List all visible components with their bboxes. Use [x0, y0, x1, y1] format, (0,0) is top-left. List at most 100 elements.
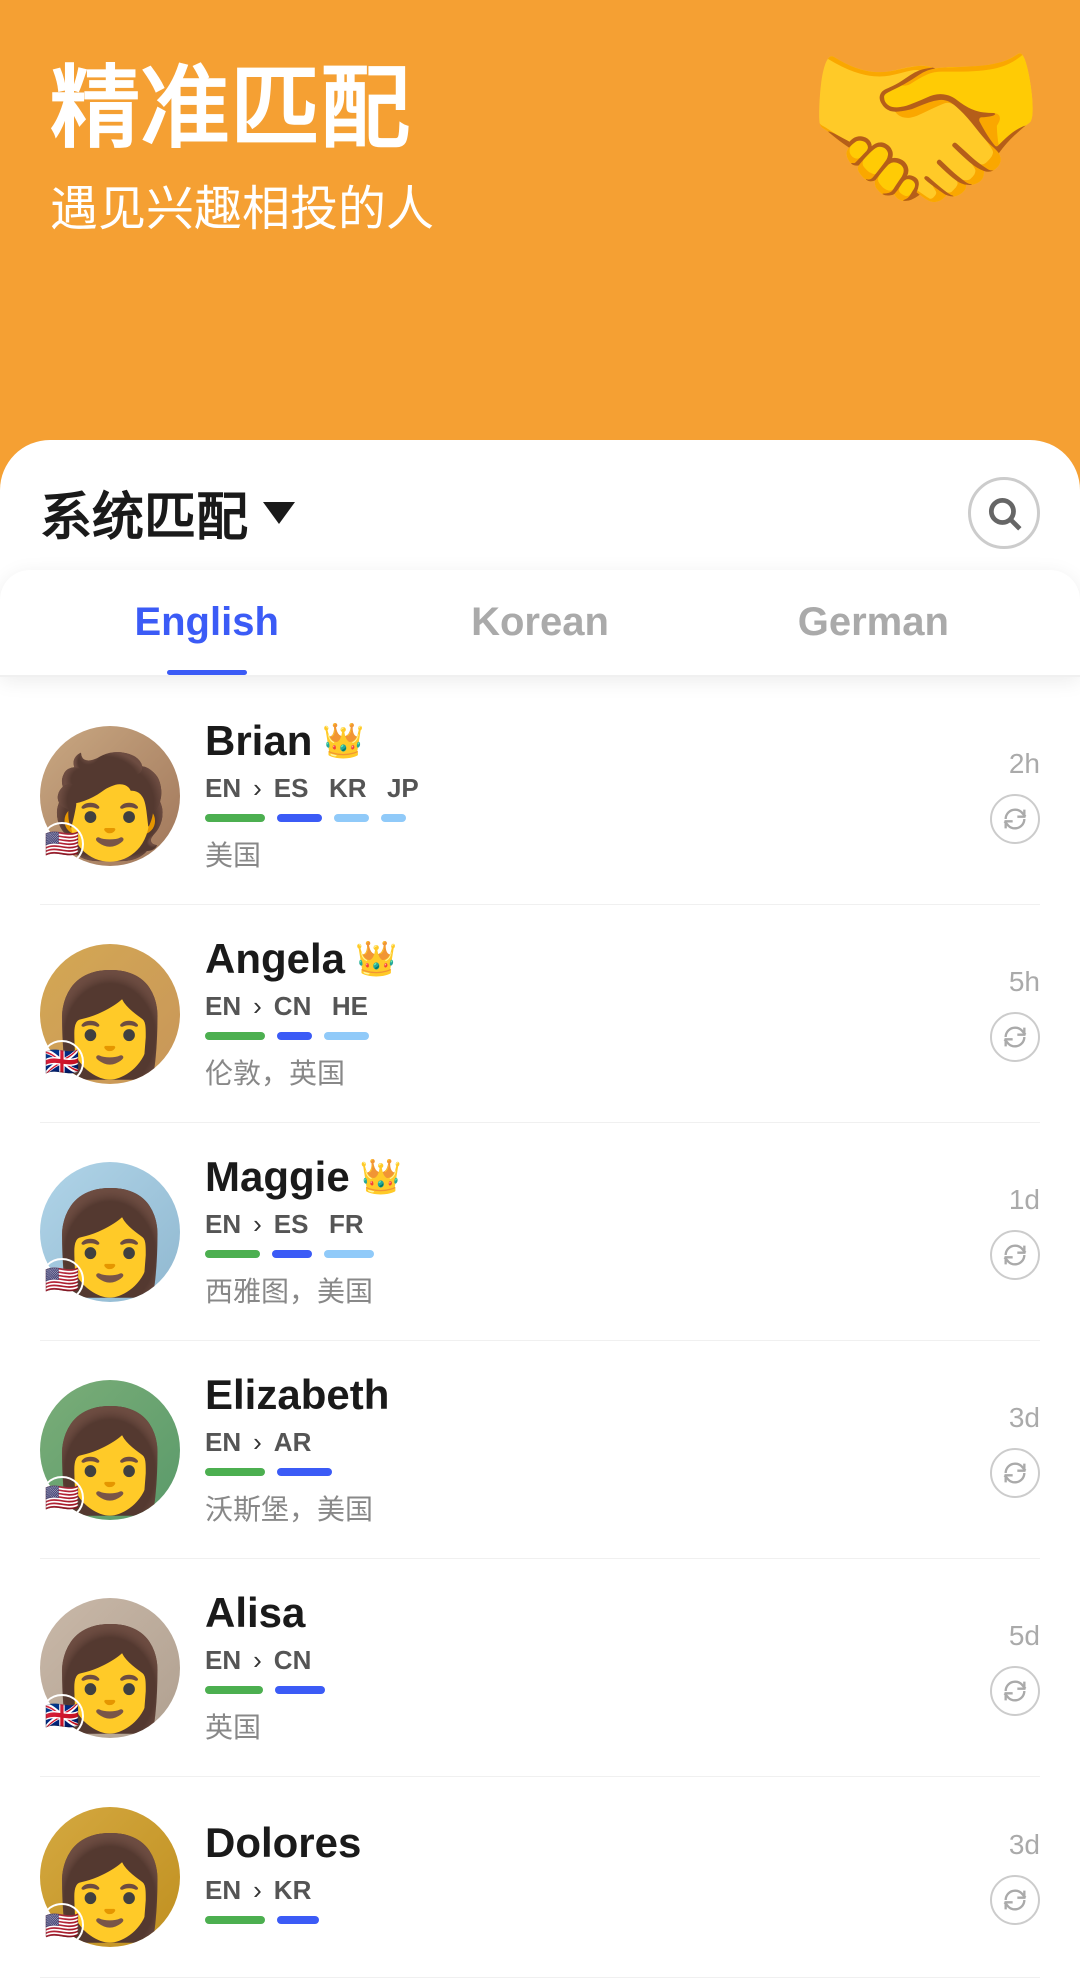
tab-korean[interactable]: Korean: [373, 570, 706, 675]
lang-tag: CN: [274, 991, 312, 1022]
user-info: Elizabeth EN › AR 沃斯堡，美国: [205, 1371, 965, 1528]
list-item[interactable]: 👩 🇺🇸 Elizabeth EN › AR 沃斯堡，美国 3d: [40, 1341, 1040, 1559]
arrow-right-icon: ›: [253, 1209, 262, 1240]
avatar-container: 👩 🇺🇸: [40, 1162, 180, 1302]
language-tabs: English Korean German: [0, 570, 1080, 677]
lang-tags: EN › ES KR JP: [205, 773, 965, 804]
user-info: Maggie 👑 EN › ES FR 西雅图，美国: [205, 1153, 965, 1310]
lang-tag: ES: [274, 773, 309, 804]
list-item[interactable]: 👩 🇺🇸 Maggie 👑 EN › ES FR 西雅图，美国 1d: [40, 1123, 1040, 1341]
lang-bar: [205, 1468, 265, 1476]
user-location: 沃斯堡，美国: [205, 1488, 965, 1528]
connect-button[interactable]: [990, 1230, 1040, 1280]
connect-button[interactable]: [990, 794, 1040, 844]
lang-bar: [205, 1032, 265, 1040]
time-ago: 2h: [1009, 748, 1040, 780]
user-meta: 5h: [990, 966, 1040, 1062]
from-lang: EN: [205, 991, 241, 1022]
lang-bar: [205, 814, 265, 822]
from-lang: EN: [205, 1875, 241, 1906]
refresh-icon: [1001, 1241, 1029, 1269]
lang-bar: [275, 1686, 325, 1694]
user-info: Alisa EN › CN 英国: [205, 1589, 965, 1746]
search-title[interactable]: 系统匹配: [40, 475, 295, 550]
flag-badge: 🇺🇸: [40, 1903, 84, 1947]
connect-button[interactable]: [990, 1448, 1040, 1498]
list-item[interactable]: 🧑 🇺🇸 Brian 👑 EN › ES KR JP 美国 2h: [40, 687, 1040, 905]
arrow-right-icon: ›: [253, 991, 262, 1022]
flag-badge: 🇬🇧: [40, 1694, 84, 1738]
lang-tag: HE: [332, 991, 368, 1022]
handshake-icon: 🤝: [801, 10, 1050, 245]
lang-tags: EN › KR: [205, 1875, 965, 1906]
time-ago: 3d: [1009, 1402, 1040, 1434]
connect-button[interactable]: [990, 1012, 1040, 1062]
list-item[interactable]: 👩 🇺🇸 Dolores EN › KR 3d: [40, 1777, 1040, 1978]
lang-bars: [205, 1032, 965, 1040]
flag-badge: 🇺🇸: [40, 822, 84, 866]
from-lang: EN: [205, 773, 241, 804]
user-location: 西雅图，美国: [205, 1270, 965, 1310]
lang-bar: [277, 1468, 332, 1476]
user-meta: 2h: [990, 748, 1040, 844]
user-location: 英国: [205, 1706, 965, 1746]
flag-badge: 🇬🇧: [40, 1040, 84, 1084]
refresh-icon: [1001, 1886, 1029, 1914]
lang-tags: EN › CN HE: [205, 991, 965, 1022]
search-button[interactable]: [968, 477, 1040, 549]
lang-tag: ES: [274, 1209, 309, 1240]
connect-button[interactable]: [990, 1666, 1040, 1716]
user-name: Angela: [205, 935, 345, 983]
lang-tag: KR: [329, 773, 367, 804]
user-meta: 1d: [990, 1184, 1040, 1280]
user-info: Angela 👑 EN › CN HE 伦敦，英国: [205, 935, 965, 1092]
lang-bars: [205, 1250, 965, 1258]
avatar-container: 👩 🇬🇧: [40, 944, 180, 1084]
flag-badge: 🇺🇸: [40, 1476, 84, 1520]
chevron-down-icon: [263, 502, 295, 524]
lang-bars: [205, 814, 965, 822]
lang-tag: CN: [274, 1645, 312, 1676]
search-icon: [985, 494, 1023, 532]
flag-badge: 🇺🇸: [40, 1258, 84, 1302]
list-item[interactable]: 👩 🇬🇧 Angela 👑 EN › CN HE 伦敦，英国 5h: [40, 905, 1040, 1123]
user-meta: 3d: [990, 1829, 1040, 1925]
user-list: 🧑 🇺🇸 Brian 👑 EN › ES KR JP 美国 2h: [0, 687, 1080, 1978]
lang-bar: [334, 814, 369, 822]
search-title-text: 系统匹配: [40, 475, 248, 550]
user-name: Dolores: [205, 1819, 361, 1867]
lang-bar: [277, 814, 322, 822]
lang-tags: EN › CN: [205, 1645, 965, 1676]
lang-bar: [324, 1250, 374, 1258]
search-bar: 系统匹配: [0, 440, 1080, 550]
lang-tags: EN › AR: [205, 1427, 965, 1458]
from-lang: EN: [205, 1427, 241, 1458]
arrow-right-icon: ›: [253, 1645, 262, 1676]
tab-english[interactable]: English: [40, 570, 373, 675]
lang-tag: JP: [387, 773, 419, 804]
avatar-container: 👩 🇬🇧: [40, 1598, 180, 1738]
user-meta: 3d: [990, 1402, 1040, 1498]
lang-bar: [277, 1032, 312, 1040]
lang-tag: KR: [274, 1875, 312, 1906]
lang-tags: EN › ES FR: [205, 1209, 965, 1240]
lang-tag: AR: [274, 1427, 312, 1458]
refresh-icon: [1001, 1023, 1029, 1051]
arrow-right-icon: ›: [253, 1875, 262, 1906]
user-info: Brian 👑 EN › ES KR JP 美国: [205, 717, 965, 874]
crown-icon: 👑: [355, 939, 397, 979]
crown-icon: 👑: [360, 1157, 402, 1197]
user-name: Brian: [205, 717, 312, 765]
lang-bar: [205, 1250, 260, 1258]
avatar-container: 👩 🇺🇸: [40, 1807, 180, 1947]
time-ago: 5d: [1009, 1620, 1040, 1652]
list-item[interactable]: 👩 🇬🇧 Alisa EN › CN 英国 5d: [40, 1559, 1040, 1777]
tab-german[interactable]: German: [707, 570, 1040, 675]
time-ago: 1d: [1009, 1184, 1040, 1216]
lang-bar: [205, 1686, 263, 1694]
from-lang: EN: [205, 1209, 241, 1240]
connect-button[interactable]: [990, 1875, 1040, 1925]
user-meta: 5d: [990, 1620, 1040, 1716]
user-name: Alisa: [205, 1589, 305, 1637]
user-name: Elizabeth: [205, 1371, 389, 1419]
